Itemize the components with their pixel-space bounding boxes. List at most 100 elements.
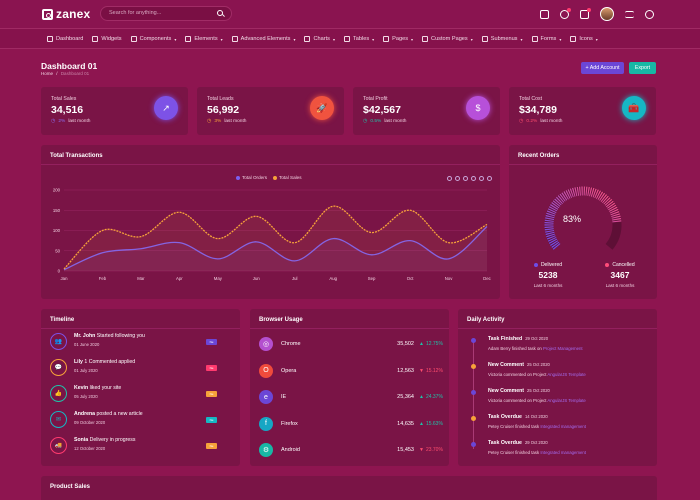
fullscreen-icon[interactable]: [540, 9, 549, 19]
breadcrumb-separator: /: [56, 71, 58, 76]
add-account-button[interactable]: + Add Account: [581, 62, 624, 74]
export-button[interactable]: Export: [629, 62, 656, 74]
browser-trend: ▲ 12.75%: [419, 341, 443, 347]
activity-item: New Comment 25 Oct 2020 Victoria commented…: [467, 362, 647, 384]
menu-icon[interactable]: [625, 10, 634, 18]
main-menu: Dashboard Widgets Components ▾ Elements ▾ Adva…: [0, 29, 700, 49]
timeline-name[interactable]: Sonia: [74, 437, 88, 443]
bell-icon[interactable]: [560, 7, 571, 19]
x-tick-label: Jul: [292, 276, 298, 281]
browser-name: IE: [281, 394, 287, 400]
users-icon: 👥: [50, 333, 67, 350]
menu-item-label: Forms: [540, 36, 557, 42]
activity-date: 14 Oct 2020: [524, 414, 548, 419]
menu-item-label: Dashboard: [56, 36, 84, 42]
activity-title: Task Overdue 29 Oct 2020: [488, 440, 548, 446]
browser-value: 14,635: [397, 420, 414, 427]
y-tick-label: 150: [53, 208, 61, 213]
stat-value: $34,789: [519, 104, 557, 116]
menu-item[interactable]: Widgets: [92, 36, 122, 42]
timeline-text: Kevin liked your site: [74, 385, 121, 391]
rocket-icon: 🚀: [310, 96, 334, 120]
stat-value: 56,992: [207, 104, 240, 116]
browser-trend: ▲ 24.37%: [419, 394, 443, 400]
timeline-name[interactable]: Mr. John: [74, 333, 95, 339]
timeline-action: liked your site: [89, 385, 122, 391]
timeline-badge: Ne: [206, 391, 217, 397]
chevron-down-icon: ▾: [411, 36, 414, 42]
menu-item[interactable]: Pages ▾: [383, 36, 413, 42]
delivered-label: Delivered: [540, 262, 563, 268]
search-box[interactable]: [100, 6, 232, 21]
arrow-down-icon: ▼: [419, 447, 424, 453]
timeline-date: 12 October 2020: [74, 446, 106, 451]
x-tick-label: Nov: [445, 276, 453, 281]
activity-link[interactable]: AngularJS Template: [547, 372, 585, 377]
browser-percent: 15.12%: [425, 367, 443, 374]
search-input[interactable]: [109, 10, 219, 16]
browser-value: 12,563: [397, 367, 414, 374]
activity-desc: Victoria commented on Project AngularJS …: [488, 398, 586, 403]
search-icon[interactable]: [217, 10, 223, 16]
message-icon[interactable]: [580, 7, 591, 19]
timeline-name[interactable]: Kevin: [74, 385, 88, 391]
gauge-percent: 83%: [563, 214, 582, 224]
activity-desc-text: Petey Cruiser finished task: [488, 424, 540, 429]
truck-icon: 🚚: [50, 437, 67, 454]
x-tick-label: Oct: [407, 276, 414, 281]
browser-row: ◎ Chrome 35,502 ▲ 12.75%: [259, 334, 443, 354]
activity-link[interactable]: AngularJS Template: [547, 398, 585, 403]
cancelled-value: 3467: [610, 270, 630, 280]
stat-label: Total Sales: [51, 96, 77, 102]
activity-link[interactable]: Integrated management: [540, 424, 586, 429]
brand-logo[interactable]: zanex: [42, 7, 90, 21]
gear-icon[interactable]: [645, 9, 654, 19]
activity-desc: Petey Cruiser finished task Integrated m…: [488, 424, 586, 429]
menu-item[interactable]: Tables ▾: [343, 36, 374, 42]
stat-percent: 0.2%: [526, 118, 538, 124]
browser-percent: 12.75%: [425, 341, 443, 347]
timeline-text: Sonia Delivery in progress: [74, 437, 135, 443]
breadcrumb-home[interactable]: Home: [41, 71, 53, 76]
timeline-date: 01 July 2020: [74, 368, 98, 373]
stat-trend: ◷ 0.5% last month: [363, 118, 406, 124]
chevron-down-icon: ▾: [293, 36, 296, 42]
mail-icon: ✉: [50, 411, 67, 428]
firefox-icon: f: [259, 416, 273, 431]
timeline-date: 09 October 2020: [74, 420, 106, 425]
activity-link[interactable]: Project Management: [543, 346, 583, 351]
chevron-down-icon: ▾: [174, 36, 177, 42]
thumbs-up-icon: 👍: [50, 385, 67, 402]
user-avatar[interactable]: [600, 7, 614, 21]
stat-percent: 3%: [214, 118, 222, 124]
ie-icon: e: [259, 390, 273, 404]
activity-link[interactable]: Integrated management: [540, 450, 586, 455]
menu-item[interactable]: Advanced Elements ▾: [231, 36, 296, 42]
menu-item[interactable]: Custom Pages ▾: [422, 36, 473, 42]
comment-icon: 💬: [50, 359, 67, 376]
stat-trend: ◷ 3% last month: [207, 118, 246, 124]
menu-item[interactable]: Submenus ▾: [481, 36, 523, 42]
menu-item[interactable]: Dashboard: [47, 36, 83, 42]
menu-item[interactable]: Forms ▾: [531, 36, 561, 42]
activity-title-text: Task Overdue: [488, 414, 522, 420]
menu-item[interactable]: Elements ▾: [185, 36, 223, 42]
browser-value: 15,453: [397, 447, 414, 453]
timeline-text: Andrena posted a new article: [74, 411, 143, 417]
menu-item[interactable]: Components ▾: [130, 36, 177, 42]
menu-item-icon: [343, 36, 350, 42]
timeline-name[interactable]: Lily: [74, 359, 83, 365]
browser-trend: ▼ 15.12%: [419, 368, 443, 374]
card-title: Daily Activity: [467, 317, 505, 323]
x-tick-label: Sep: [368, 276, 376, 281]
browser-percent: 23.70%: [425, 447, 443, 453]
menu-item[interactable]: Charts ▾: [304, 36, 335, 42]
chevron-down-icon: ▾: [220, 36, 223, 42]
menu-item[interactable]: Icons ▾: [570, 36, 598, 42]
stat-label: Total Leads: [207, 96, 234, 102]
timeline-date: 01 June 2020: [74, 342, 100, 347]
stat-card: Total Leads 56,992 ◷ 3% last month 🚀: [197, 87, 344, 135]
timeline-item: 👍 Kevin liked your site 05 July 2020: [50, 385, 121, 402]
menu-item-icon: [304, 36, 311, 42]
timeline-name[interactable]: Andrena: [74, 411, 95, 417]
